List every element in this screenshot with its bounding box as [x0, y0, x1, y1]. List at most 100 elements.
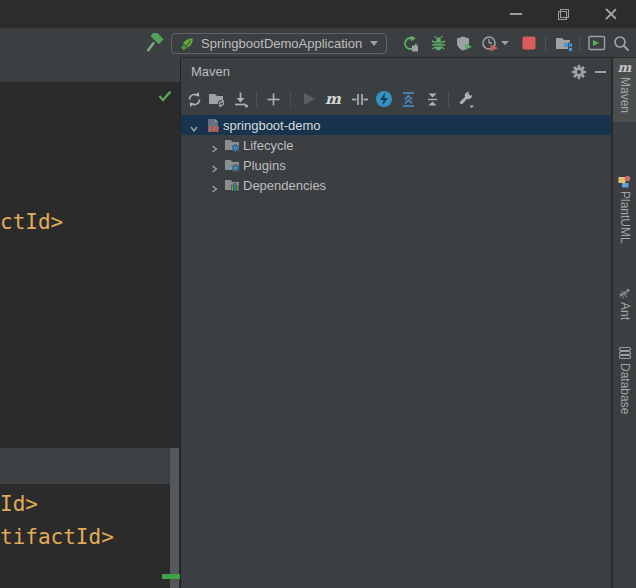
editor-scrollbar[interactable] [170, 448, 179, 588]
profiler-dropdown[interactable] [499, 32, 511, 54]
gear-icon [571, 64, 587, 80]
maven-settings-button[interactable] [570, 63, 588, 81]
settings-wrench-icon [457, 90, 475, 108]
stop-icon [522, 36, 536, 50]
services-button[interactable] [553, 32, 575, 54]
minimize-icon [510, 13, 522, 15]
expand-all-icon [400, 91, 417, 108]
build-button[interactable] [144, 32, 166, 54]
close-button[interactable] [594, 0, 628, 28]
hide-panel-button[interactable] [591, 63, 609, 81]
offline-mode-button[interactable] [373, 88, 395, 110]
svg-text:m: m [207, 122, 219, 134]
lifecycle-folder-icon [224, 137, 240, 153]
execute-goal-button[interactable]: m [322, 88, 344, 110]
rerun-icon [402, 35, 419, 52]
coverage-icon [456, 35, 473, 52]
hide-icon [595, 71, 606, 73]
tool-tab-maven[interactable]: m Maven [613, 58, 636, 122]
build-hammer-icon [145, 33, 165, 53]
tree-row-plugins[interactable]: Plugins [181, 155, 611, 175]
add-maven-project-button[interactable] [262, 88, 284, 110]
maven-settings-toolbar-button[interactable] [455, 88, 477, 110]
search-icon [613, 35, 630, 52]
stop-button[interactable] [518, 32, 540, 54]
maven-tool-window: Maven [181, 58, 611, 588]
maven-toolbar: m [181, 85, 611, 113]
download-sources-button[interactable] [229, 88, 251, 110]
add-icon [267, 93, 280, 106]
search-everywhere-button[interactable] [610, 32, 632, 54]
tool-tab-label: Database [618, 363, 632, 414]
profiler-button[interactable] [478, 32, 500, 54]
tree-row-lifecycle[interactable]: Lifecycle [181, 135, 611, 155]
dropdown-arrow-icon [370, 41, 378, 46]
terminal-run-button[interactable] [586, 32, 608, 54]
chevron-right-icon[interactable] [209, 180, 219, 190]
spring-boot-icon [180, 36, 195, 51]
skip-tests-icon [351, 91, 369, 108]
reimport-button[interactable] [183, 88, 205, 110]
chevron-right-icon[interactable] [209, 160, 219, 170]
collapse-all-button[interactable] [421, 88, 443, 110]
dependencies-folder-icon [224, 177, 240, 193]
restore-button[interactable] [546, 0, 580, 28]
tree-row-dependencies[interactable]: Dependencies [181, 175, 611, 195]
editor-tab-bar [0, 57, 180, 82]
code-line: ctId> [0, 211, 63, 233]
expand-all-button[interactable] [397, 88, 419, 110]
toolbar-separator [579, 36, 580, 52]
inspection-ok-icon[interactable] [158, 88, 172, 106]
tool-tab-label: Ant [618, 302, 632, 320]
run-build-icon [302, 92, 316, 106]
tool-tab-database[interactable]: Database [613, 343, 636, 428]
maven-module-icon: m [204, 117, 220, 133]
collapse-all-icon [424, 91, 441, 108]
scrollbar-green-marker [162, 574, 180, 579]
debug-bug-icon [430, 35, 447, 52]
skip-tests-button[interactable] [349, 88, 371, 110]
terminal-run-icon [588, 35, 606, 51]
title-bar [0, 0, 636, 28]
services-icon [555, 35, 573, 52]
chevron-right-icon[interactable] [209, 140, 219, 150]
tree-label: Lifecycle [243, 138, 294, 153]
reimport-icon [186, 91, 203, 108]
generate-sources-button[interactable] [206, 88, 228, 110]
tool-tab-plantuml[interactable]: PlantUML [613, 172, 636, 267]
tool-tab-ant[interactable]: Ant [613, 283, 636, 328]
toolbar-separator [290, 92, 291, 107]
tree-row-root[interactable]: m springboot-demo [181, 115, 611, 135]
toolbar-separator [545, 36, 546, 52]
chevron-down-icon[interactable] [189, 120, 199, 130]
tree-label: springboot-demo [223, 118, 321, 133]
run-build-button[interactable] [298, 88, 320, 110]
minimize-button[interactable] [499, 0, 533, 28]
plugins-folder-icon [224, 157, 240, 173]
debug-button[interactable] [427, 32, 449, 54]
database-icon [618, 346, 632, 360]
run-configuration-select[interactable]: SpringbootDemoApplication [171, 33, 387, 54]
close-icon [605, 8, 617, 20]
maven-m-icon: m [618, 61, 632, 74]
code-line: tifactId> [0, 526, 114, 548]
run-configuration-label: SpringbootDemoApplication [201, 36, 362, 51]
dropdown-arrow-icon [501, 41, 509, 45]
tree-label: Plugins [243, 158, 286, 173]
download-sources-icon [232, 91, 249, 108]
coverage-button[interactable] [453, 32, 475, 54]
tool-tab-label: Maven [618, 77, 632, 113]
editor-top[interactable]: ctId> Id> tifactId> [0, 82, 181, 588]
main-toolbar: SpringbootDemoApplication [0, 28, 636, 57]
rerun-button[interactable] [399, 32, 421, 54]
generate-sources-icon [208, 91, 226, 108]
ant-icon [618, 286, 631, 299]
tree-label: Dependencies [243, 178, 326, 193]
toolbar-separator [256, 92, 257, 107]
right-tool-strip: m Maven PlantUML Ant [612, 58, 636, 588]
profiler-icon [481, 35, 498, 52]
offline-mode-icon [375, 90, 393, 108]
editor-split-bar [0, 448, 170, 484]
tool-tab-label: PlantUML [618, 191, 632, 244]
plantuml-icon [618, 175, 631, 188]
